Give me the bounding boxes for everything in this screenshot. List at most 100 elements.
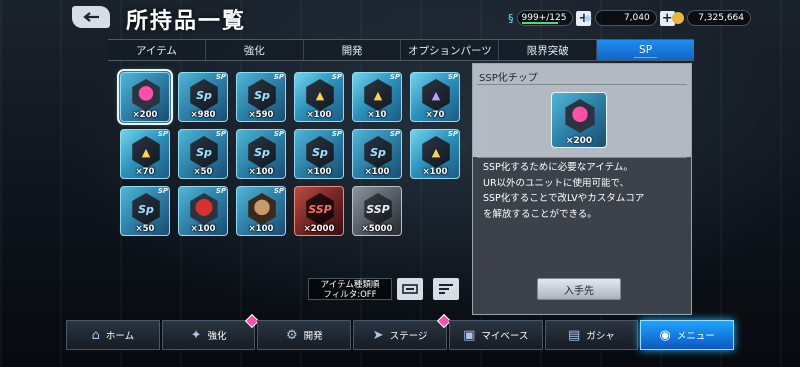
item-qty: ×70: [425, 110, 445, 120]
item-qty: ×100: [248, 167, 274, 177]
nav-label: ガシャ: [586, 331, 615, 342]
tab-enhance[interactable]: 強化: [206, 40, 304, 60]
stamina-counter: § 999+/125 +: [508, 9, 592, 27]
item-slot[interactable]: SP Sp ×100: [352, 129, 402, 179]
item-qty: ×50: [193, 167, 213, 177]
item-slot[interactable]: SP ▲ ×100: [410, 129, 460, 179]
item-qty: ×2000: [303, 224, 335, 234]
item-slot[interactable]: SP Sp ×100: [294, 129, 344, 179]
sp-upgrade-icon: ▲: [422, 136, 450, 168]
back-button[interactable]: [72, 6, 110, 28]
sp-chip-icon: Sp: [248, 79, 276, 111]
ssp-chip-icon: [565, 99, 595, 133]
acquisition-source-button[interactable]: 入手先: [537, 278, 621, 300]
item-slot[interactable]: SP Sp ×50: [120, 186, 170, 236]
gem-icon: ◆: [584, 12, 592, 24]
nav-home[interactable]: ⌂ ホーム: [66, 320, 160, 350]
ssp-red-chip-icon: SSP: [306, 193, 334, 225]
sp-tag: SP: [215, 130, 226, 138]
item-slot[interactable]: SP Sp ×590: [236, 72, 286, 122]
coin-counter: 7,325,664: [672, 9, 751, 27]
sp-upgrade-icon: ▲: [306, 79, 334, 111]
stamina-icon: §: [508, 11, 514, 25]
nav-stage[interactable]: ➤ ステージ: [353, 313, 451, 350]
item-slot[interactable]: SP ×100: [178, 186, 228, 236]
item-slot[interactable]: SP ▲ ×70: [410, 72, 460, 122]
sp-chip-icon: Sp: [190, 136, 218, 168]
menu-icon: ◉: [659, 327, 671, 343]
item-slot[interactable]: SP Sp ×980: [178, 72, 228, 122]
sort-icon: [439, 284, 453, 294]
mech-head-icon: [190, 193, 218, 225]
item-slot[interactable]: SSP ×2000: [294, 186, 344, 236]
home-icon: ⌂: [91, 327, 100, 343]
sp-tag: SP: [215, 73, 226, 81]
base-icon: ▣: [463, 327, 476, 343]
description-line: を解放することができる。: [483, 208, 597, 220]
ssp-gray-chip-icon: SSP: [364, 193, 392, 225]
nav-develop[interactable]: ⚙ 開発: [257, 320, 352, 350]
item-qty: ×100: [306, 110, 332, 120]
item-qty: ×100: [190, 224, 216, 234]
sp-chip-icon: Sp: [132, 193, 160, 225]
tab-sp[interactable]: SP: [597, 40, 694, 60]
nav-label: マイベース: [481, 331, 529, 342]
tab-item[interactable]: アイテム: [108, 40, 206, 60]
item-slot[interactable]: SP Sp ×100: [236, 129, 286, 179]
tab-option-parts[interactable]: オプションパーツ: [401, 40, 500, 60]
upgrade-icon: ✦: [190, 327, 202, 343]
detail-item-icon: ×200: [551, 92, 607, 148]
item-slot[interactable]: SP ▲ ×100: [294, 72, 344, 122]
stage-icon: ➤: [372, 327, 384, 343]
bottom-navigation: ⌂ ホーム ✦ 強化 ⚙ 開発 ➤ ステージ ▣ マイベース ▤ ガシャ ◉ メ…: [66, 313, 735, 350]
sp-upgrade-icon: ▲: [364, 79, 392, 111]
sort-order-text: アイテム種類順: [320, 280, 380, 290]
tab-develop[interactable]: 開発: [304, 40, 402, 60]
item-qty: ×100: [422, 167, 448, 177]
item-slot[interactable]: SSP ×5000: [352, 186, 402, 236]
nav-my-base[interactable]: ▣ マイベース: [448, 320, 543, 350]
detail-item-name: SSP化チップ: [479, 73, 538, 84]
item-description: SSP化するために必要なアイテム。 UR以外のユニットに使用可能で、 SSP化す…: [483, 158, 687, 222]
item-qty: ×10: [367, 110, 387, 120]
sp-tag: SP: [331, 130, 342, 138]
tab-limit-break[interactable]: 限界突破: [499, 40, 598, 60]
item-qty: ×590: [248, 110, 274, 120]
sp-chip-icon: Sp: [190, 79, 218, 111]
nav-gacha[interactable]: ▤ ガシャ: [544, 320, 639, 350]
sp-tag: SP: [273, 73, 284, 81]
sp-tag: SP: [273, 187, 284, 195]
item-qty: ×100: [248, 224, 274, 234]
sp-tag: SP: [215, 187, 226, 195]
detail-item-qty: ×200: [565, 136, 593, 146]
develop-icon: ⚙: [285, 327, 298, 343]
sort-filter-label[interactable]: アイテム種類順 フィルタ:OFF: [308, 278, 392, 300]
item-slot[interactable]: SP Sp ×50: [178, 129, 228, 179]
gem-value: 7,040: [594, 10, 657, 26]
sort-button[interactable]: [433, 278, 459, 300]
item-slot[interactable]: ×200: [117, 69, 173, 125]
item-slot[interactable]: SP ▲ ×70: [120, 129, 170, 179]
gem-counter: ◆ 7,040 +: [584, 9, 675, 27]
stamina-bar: [522, 22, 558, 24]
nav-enhance[interactable]: ✦ 強化: [161, 313, 260, 350]
divider: [477, 84, 687, 85]
nav-menu[interactable]: ◉ メニュー: [640, 320, 735, 350]
item-qty: ×100: [364, 167, 390, 177]
ssp-chip-icon: [132, 79, 160, 111]
nav-label: ステージ: [389, 331, 428, 342]
sp-tag: SP: [157, 130, 168, 138]
filter-status-text: フィルタ:OFF: [323, 290, 377, 300]
sp-upgrade-icon: ▲: [132, 136, 160, 168]
nav-label: メニュー: [676, 331, 715, 342]
filter-button[interactable]: [397, 278, 423, 300]
nav-label: ホーム: [105, 331, 135, 342]
item-qty: ×200: [132, 110, 158, 120]
category-tabs: アイテム 強化 開発 オプションパーツ 限界突破 SP: [108, 39, 694, 61]
item-slot[interactable]: SP ▲ ×10: [352, 72, 402, 122]
coin-value: 7,325,664: [687, 10, 751, 26]
sp-tag: SP: [157, 187, 168, 195]
item-slot[interactable]: SP ×100: [236, 186, 286, 236]
page-title: 所持品一覧: [126, 9, 247, 34]
sp-tag: SP: [389, 130, 400, 138]
